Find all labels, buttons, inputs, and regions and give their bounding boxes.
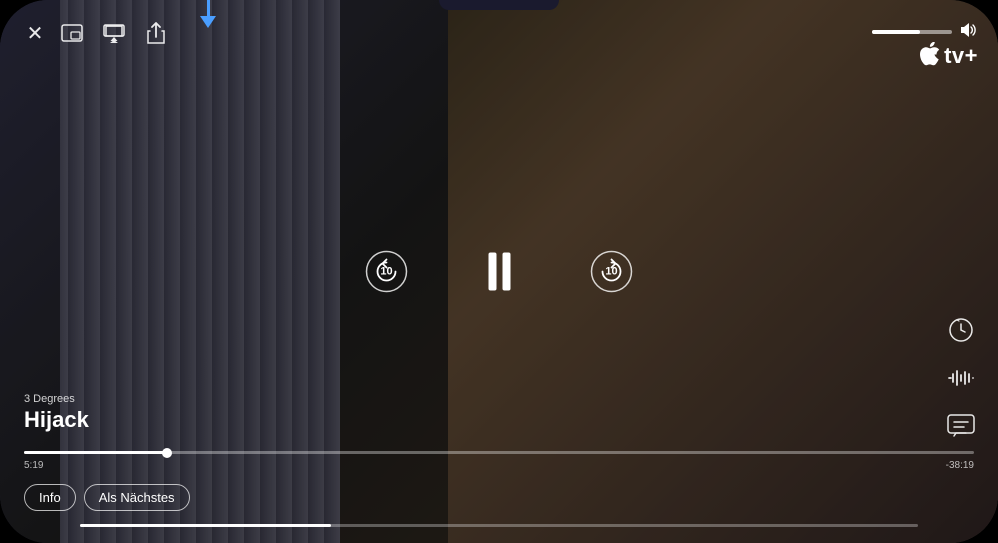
top-controls: ✕ — [0, 18, 998, 48]
bottom-buttons: Info Als Nächstes — [24, 484, 190, 511]
rewind-circle: 10 — [364, 249, 410, 295]
progress-area[interactable]: 5:19 -38:19 — [24, 451, 974, 471]
time-row: 5:19 -38:19 — [24, 460, 974, 471]
rewind-label: 10 — [364, 249, 410, 295]
appletv-text: tv+ — [944, 43, 978, 69]
right-side-icons — [944, 313, 978, 443]
appletv-logo: tv+ — [920, 42, 978, 70]
show-name: 3 Degrees — [24, 393, 89, 405]
pause-button[interactable] — [472, 244, 527, 299]
audio-tracks-button[interactable] — [944, 361, 978, 395]
volume-fill — [872, 30, 920, 34]
rewind-button[interactable]: 10 — [362, 247, 412, 297]
volume-slider[interactable] — [872, 30, 952, 34]
forward-label: 10 — [589, 249, 635, 295]
up-next-button[interactable]: Als Nächstes — [84, 484, 190, 511]
playback-speed-button[interactable] — [944, 313, 978, 347]
ui-overlay: ✕ — [0, 0, 998, 543]
info-button[interactable]: Info — [24, 484, 76, 511]
pause-icon — [488, 253, 510, 291]
forward-button[interactable]: 10 — [587, 247, 637, 297]
playback-controls: 10 10 — [362, 244, 637, 299]
bottom-progress-fill — [80, 524, 331, 527]
apple-logo-icon — [920, 42, 940, 70]
share-button[interactable] — [142, 19, 170, 47]
top-icon-group — [58, 19, 170, 47]
time-elapsed: 5:19 — [24, 460, 43, 471]
volume-icon — [960, 22, 978, 41]
phone-frame: ✕ — [0, 0, 998, 543]
subtitles-button[interactable] — [944, 409, 978, 443]
episode-title: Hijack — [24, 407, 89, 433]
close-button[interactable]: ✕ — [20, 18, 50, 48]
volume-control[interactable] — [872, 22, 978, 41]
progress-fill — [24, 451, 167, 454]
time-remaining: -38:19 — [946, 460, 974, 471]
pip-button[interactable] — [58, 19, 86, 47]
progress-scrubber[interactable] — [162, 448, 172, 458]
progress-bar[interactable] — [24, 451, 974, 454]
bottom-progress-bar — [80, 524, 918, 527]
phone-notch — [439, 0, 559, 10]
forward-circle: 10 — [589, 249, 635, 295]
title-area: 3 Degrees Hijack — [24, 393, 89, 433]
airplay-button[interactable] — [100, 19, 128, 47]
